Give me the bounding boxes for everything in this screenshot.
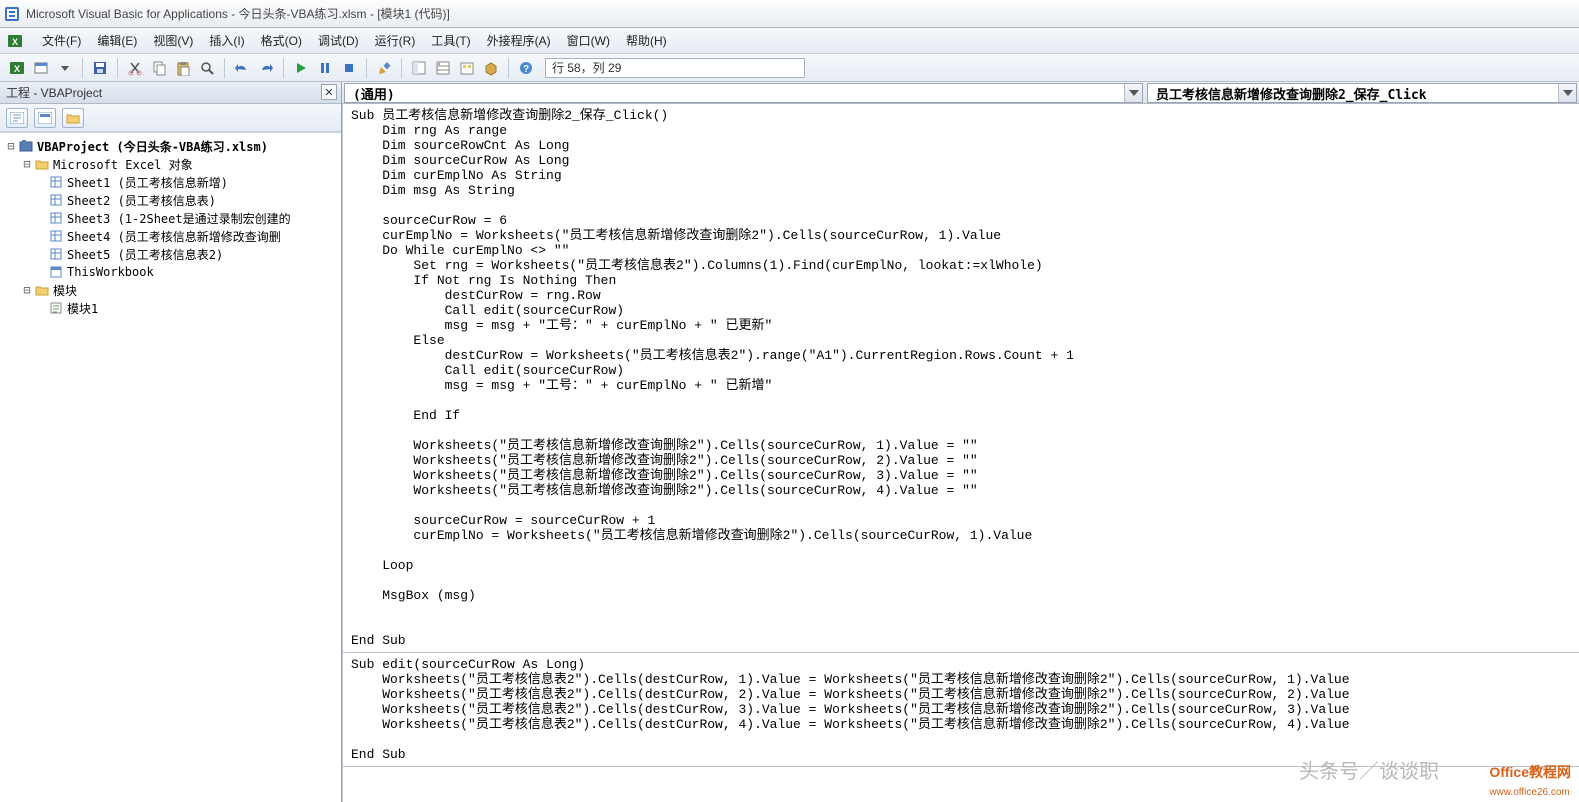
svg-text:X: X — [14, 64, 20, 74]
toolbox-button[interactable] — [480, 57, 502, 79]
save-button[interactable] — [89, 57, 111, 79]
sheet-icon — [48, 229, 64, 243]
module-icon — [48, 301, 64, 315]
separator — [366, 58, 367, 78]
cut-button[interactable] — [124, 57, 146, 79]
menu-bar: X 文件(F) 编辑(E) 视图(V) 插入(I) 格式(O) 调试(D) 运行… — [0, 28, 1579, 54]
view-code-button[interactable] — [6, 108, 28, 128]
reset-button[interactable] — [338, 57, 360, 79]
project-pane-title-bar: 工程 - VBAProject ✕ — [0, 82, 341, 104]
menu-help[interactable]: 帮助(H) — [618, 30, 675, 51]
project-pane-title: 工程 - VBAProject — [6, 84, 102, 101]
menu-addins[interactable]: 外接程序(A) — [479, 30, 559, 51]
code-block-main[interactable]: Sub 员工考核信息新增修改查询删除2_保存_Click() Dim rng A… — [343, 104, 1579, 652]
separator — [508, 58, 509, 78]
tree-sheet4[interactable]: Sheet4 (员工考核信息新增修改查询删 — [67, 228, 281, 245]
chevron-down-icon[interactable] — [1558, 84, 1576, 102]
object-browser-button[interactable] — [456, 57, 478, 79]
separator — [82, 58, 83, 78]
separator — [283, 58, 284, 78]
menu-insert[interactable]: 插入(I) — [201, 30, 252, 51]
copy-button[interactable] — [148, 57, 170, 79]
pane-close-button[interactable]: ✕ — [321, 84, 337, 100]
project-icon — [18, 139, 34, 153]
insert-userform-button[interactable] — [30, 57, 52, 79]
separator — [224, 58, 225, 78]
chevron-down-icon[interactable] — [1124, 84, 1142, 102]
separator — [401, 58, 402, 78]
view-excel-button[interactable]: X — [6, 57, 28, 79]
separator — [117, 58, 118, 78]
project-tree[interactable]: ⊟VBAProject (今日头条-VBA练习.xlsm) ⊟Microsoft… — [0, 132, 341, 802]
properties-button[interactable] — [432, 57, 454, 79]
tree-thisworkbook[interactable]: ThisWorkbook — [67, 265, 154, 279]
object-dropdown[interactable]: (通用) — [344, 83, 1143, 103]
sheet-icon — [48, 211, 64, 225]
cursor-position-text: 行 58，列 29 — [552, 59, 621, 76]
excel-switch-icon[interactable]: X — [6, 32, 24, 50]
code-pane: (通用) 员工考核信息新增修改查询删除2_保存_Click Sub 员工考核信息… — [342, 82, 1579, 802]
run-button[interactable] — [290, 57, 312, 79]
tree-excel-objects[interactable]: Microsoft Excel 对象 — [53, 156, 193, 173]
sheet-icon — [48, 175, 64, 189]
object-dropdown-text: (通用) — [345, 84, 403, 103]
toolbar: X ? 行 58，列 29 — [0, 54, 1579, 82]
watermark-site: Office教程网 www.office26.com — [1489, 762, 1571, 798]
title-bar: Microsoft Visual Basic for Applications … — [0, 0, 1579, 28]
tree-project-root[interactable]: VBAProject (今日头条-VBA练习.xlsm) — [37, 138, 268, 155]
undo-button[interactable] — [231, 57, 253, 79]
project-explorer-pane: 工程 - VBAProject ✕ ⊟VBAProject (今日头条-VBA练… — [0, 82, 342, 802]
menu-format[interactable]: 格式(O) — [253, 30, 310, 51]
view-object-button[interactable] — [34, 108, 56, 128]
workbook-icon — [48, 265, 64, 279]
menu-tools[interactable]: 工具(T) — [423, 30, 478, 51]
paste-button[interactable] — [172, 57, 194, 79]
svg-text:?: ? — [523, 64, 529, 75]
break-button[interactable] — [314, 57, 336, 79]
window-title: Microsoft Visual Basic for Applications … — [26, 5, 450, 22]
redo-button[interactable] — [255, 57, 277, 79]
tree-sheet1[interactable]: Sheet1 (员工考核信息新增) — [67, 174, 228, 191]
menu-run[interactable]: 运行(R) — [367, 30, 424, 51]
tree-modules[interactable]: 模块 — [53, 282, 77, 299]
menu-edit[interactable]: 编辑(E) — [89, 30, 145, 51]
design-mode-button[interactable] — [373, 57, 395, 79]
menu-view[interactable]: 视图(V) — [145, 30, 201, 51]
menu-debug[interactable]: 调试(D) — [310, 30, 367, 51]
tree-sheet5[interactable]: Sheet5 (员工考核信息表2) — [67, 246, 223, 263]
menu-window[interactable]: 窗口(W) — [559, 30, 618, 51]
folder-icon — [34, 283, 50, 297]
vba-app-icon — [4, 6, 20, 22]
code-block-edit[interactable]: Sub edit(sourceCurRow As Long) Worksheet… — [343, 653, 1579, 766]
procedure-dropdown[interactable]: 员工考核信息新增修改查询删除2_保存_Click — [1147, 83, 1577, 103]
svg-text:X: X — [12, 37, 18, 47]
tree-sheet2[interactable]: Sheet2 (员工考核信息表) — [67, 192, 216, 209]
sheet-icon — [48, 247, 64, 261]
menu-file[interactable]: 文件(F) — [34, 30, 89, 51]
cursor-position-box: 行 58，列 29 — [545, 58, 805, 78]
folder-icon — [34, 157, 50, 171]
sheet-icon — [48, 193, 64, 207]
dropdown-icon[interactable] — [54, 57, 76, 79]
tree-sheet3[interactable]: Sheet3 (1-2Sheet是通过录制宏创建的 — [67, 210, 291, 227]
help-button[interactable]: ? — [515, 57, 537, 79]
toggle-folders-button[interactable] — [62, 108, 84, 128]
tree-module1[interactable]: 模块1 — [67, 300, 98, 317]
project-pane-toolbar — [0, 104, 341, 132]
find-button[interactable] — [196, 57, 218, 79]
project-explorer-button[interactable] — [408, 57, 430, 79]
code-header: (通用) 员工考核信息新增修改查询删除2_保存_Click — [342, 82, 1579, 104]
watermark-channel: 头条号／谈谈职 — [1299, 755, 1439, 784]
code-editor[interactable]: Sub 员工考核信息新增修改查询删除2_保存_Click() Dim rng A… — [342, 104, 1579, 802]
procedure-dropdown-text: 员工考核信息新增修改查询删除2_保存_Click — [1148, 84, 1435, 103]
